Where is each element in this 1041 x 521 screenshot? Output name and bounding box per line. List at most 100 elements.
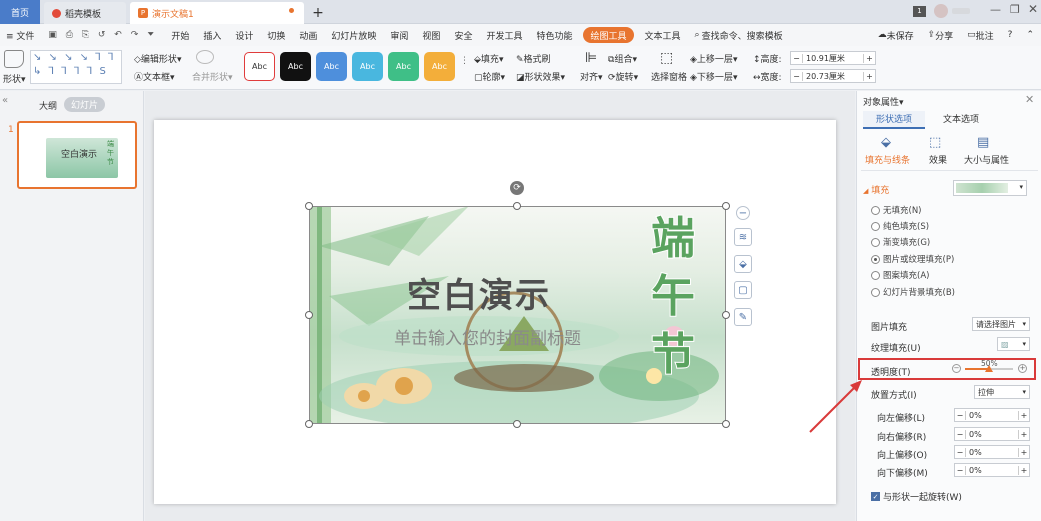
tab-text-options[interactable]: 文本选项	[943, 111, 979, 129]
resize-handle-l[interactable]	[305, 311, 313, 319]
text-box-button[interactable]: Ⓐ文本框▾	[134, 70, 175, 83]
offset-left-stepper[interactable]: −0% +	[954, 408, 1030, 422]
selection-pane-icon[interactable]: ⬚	[660, 50, 673, 66]
style-swatch-green[interactable]: Abc	[388, 52, 419, 81]
tab-review[interactable]: 审阅	[383, 24, 415, 46]
annotate-button[interactable]: ▭ 批注	[960, 24, 1001, 46]
fill-section-header[interactable]: ◢ 填充	[863, 183, 889, 196]
fill-preview-dropdown[interactable]: ▾	[953, 180, 1027, 196]
group-button[interactable]: ⧉组合▾	[608, 52, 637, 65]
tab-developer[interactable]: 开发工具	[479, 24, 529, 46]
texture-fill-dropdown[interactable]: ▨ ▾	[997, 337, 1030, 351]
tab-slideshow[interactable]: 幻灯片放映	[324, 24, 383, 46]
border-float-icon[interactable]: ▢	[734, 281, 752, 299]
radio-solid-fill[interactable]	[871, 221, 880, 231]
option-slide-bg-fill[interactable]: 幻灯片背景填充(B)	[871, 285, 955, 299]
slide-subtitle[interactable]: 单击输入您的封面副标题	[394, 324, 581, 349]
tab-view[interactable]: 视图	[415, 24, 447, 46]
maximize-icon[interactable]: ❐	[1010, 3, 1020, 16]
collapse-ribbon-icon[interactable]: ⌃	[1019, 24, 1041, 46]
minimize-icon[interactable]: —	[990, 3, 1001, 16]
radio-pattern-fill[interactable]	[871, 270, 880, 280]
style-swatch-white[interactable]: Abc	[244, 52, 275, 81]
fill-button[interactable]: ⬙填充▾	[474, 52, 503, 65]
tab-insert[interactable]: 插入	[196, 24, 228, 46]
send-backward-button[interactable]: ◈下移一层▾	[690, 70, 737, 83]
line-shape-gallery[interactable]: ↘ ↘ ↘ ↘ ⅂ ⅂ ↳ ⅂ ⅂ ⅂ ⅂ S	[30, 50, 122, 84]
style-gallery-expand-icon[interactable]: ⋮	[460, 56, 469, 66]
close-icon[interactable]: ✕	[1028, 2, 1038, 16]
fill-float-icon[interactable]: ⬙	[734, 255, 752, 273]
tab-design[interactable]: 设计	[228, 24, 260, 46]
rotate-button[interactable]: ⟳旋转▾	[608, 70, 638, 83]
option-solid-fill[interactable]: 纯色填充(S)	[871, 219, 929, 233]
tab-home[interactable]: 首页	[0, 0, 40, 24]
checkbox-checked-icon[interactable]: ✓	[871, 492, 880, 501]
tab-document[interactable]: P 演示文稿1	[130, 2, 304, 24]
quick-access-icons[interactable]: ▣ ⎙ ⎘ ↺ ↶ ↷ ⏷	[41, 24, 164, 46]
style-swatch-orange[interactable]: Abc	[424, 52, 455, 81]
width-stepper[interactable]: −20.73厘米 +	[790, 69, 876, 83]
radio-slide-bg-fill[interactable]	[871, 287, 880, 297]
resize-handle-tr[interactable]	[722, 202, 730, 210]
pen-float-icon[interactable]: ✎	[734, 308, 752, 326]
resize-handle-tl[interactable]	[305, 202, 313, 210]
help-icon[interactable]: ?	[1001, 24, 1020, 46]
shape-button[interactable]: 形状▾	[3, 72, 26, 85]
outline-tab[interactable]: 大纲	[39, 99, 57, 112]
offset-down-stepper[interactable]: −0% +	[954, 463, 1030, 477]
shape-effect-button[interactable]: ◪形状效果▾	[516, 70, 565, 83]
fill-line-icon[interactable]: ⬙	[881, 135, 891, 150]
tab-animation[interactable]: 动画	[292, 24, 324, 46]
collapse-float-icon[interactable]: −	[736, 206, 750, 220]
unsaved-button[interactable]: ☁ 未保存	[871, 24, 921, 46]
resize-handle-br[interactable]	[722, 420, 730, 428]
tab-effect[interactable]: 效果	[929, 153, 947, 166]
radio-gradient-fill[interactable]	[871, 237, 880, 247]
style-swatch-cyan[interactable]: Abc	[352, 52, 383, 81]
radio-picture-fill[interactable]	[871, 254, 880, 264]
bring-forward-button[interactable]: ◈上移一层▾	[690, 52, 737, 65]
selection-pane-button[interactable]: 选择窗格	[651, 70, 687, 83]
share-button[interactable]: ⇪ 分享	[921, 24, 961, 46]
slide-title[interactable]: 空白演示	[407, 268, 551, 317]
shape-gallery-icon[interactable]	[4, 50, 24, 68]
size-property-icon[interactable]: ▤	[977, 135, 989, 150]
layers-icon[interactable]: ≋	[734, 228, 752, 246]
background-picture[interactable]: 空白演示 单击输入您的封面副标题 端 午 节	[309, 206, 726, 424]
placement-dropdown[interactable]: 拉伸 ▾	[974, 385, 1030, 399]
tab-shape-options[interactable]: 形状选项	[863, 111, 925, 129]
tab-fill-line[interactable]: 填充与线条	[865, 153, 910, 166]
resize-handle-b[interactable]	[513, 420, 521, 428]
radio-no-fill[interactable]	[871, 205, 880, 215]
tab-start[interactable]: 开始	[164, 24, 196, 46]
tab-security[interactable]: 安全	[447, 24, 479, 46]
offset-right-stepper[interactable]: −0% +	[954, 427, 1030, 441]
format-brush-button[interactable]: ✎格式刷	[516, 52, 551, 65]
resize-handle-r[interactable]	[722, 311, 730, 319]
align-button[interactable]: 对齐▾	[580, 70, 603, 83]
rotate-with-shape-option[interactable]: ✓ 与形状一起旋转(W)	[871, 490, 962, 503]
slides-tab[interactable]: 幻灯片	[64, 97, 106, 112]
tab-transition[interactable]: 切换	[260, 24, 292, 46]
new-tab-button[interactable]: +	[308, 2, 328, 24]
style-swatch-black[interactable]: Abc	[280, 52, 311, 81]
tab-size-property[interactable]: 大小与属性	[964, 153, 1009, 166]
avatar[interactable]	[934, 4, 948, 18]
style-swatch-blue[interactable]: Abc	[316, 52, 347, 81]
file-menu[interactable]: ≡ 文件	[0, 24, 41, 46]
effect-icon-panel[interactable]: ⬚	[929, 135, 941, 150]
panel-close-icon[interactable]: ✕	[1025, 93, 1034, 106]
collapse-panel-icon[interactable]: «	[2, 95, 8, 106]
outline-button[interactable]: ▢轮廓▾	[474, 70, 505, 83]
resize-handle-bl[interactable]	[305, 420, 313, 428]
panel-title[interactable]: 对象属性▾	[863, 95, 904, 108]
slide-thumbnail[interactable]: 空白演示 端午节	[17, 121, 137, 189]
tab-drawing-tools[interactable]: 绘图工具	[583, 27, 634, 43]
merge-shape-button[interactable]: 合并形状▾	[192, 70, 233, 83]
align-icon[interactable]: ⊫	[585, 50, 597, 66]
tab-templates[interactable]: 稻壳模板	[44, 2, 126, 24]
search-box[interactable]: ⌕ 查找命令、搜索模板	[688, 24, 790, 46]
picture-fill-dropdown[interactable]: 请选择图片 ▾	[972, 317, 1030, 331]
merge-shape-icon[interactable]	[196, 50, 214, 64]
